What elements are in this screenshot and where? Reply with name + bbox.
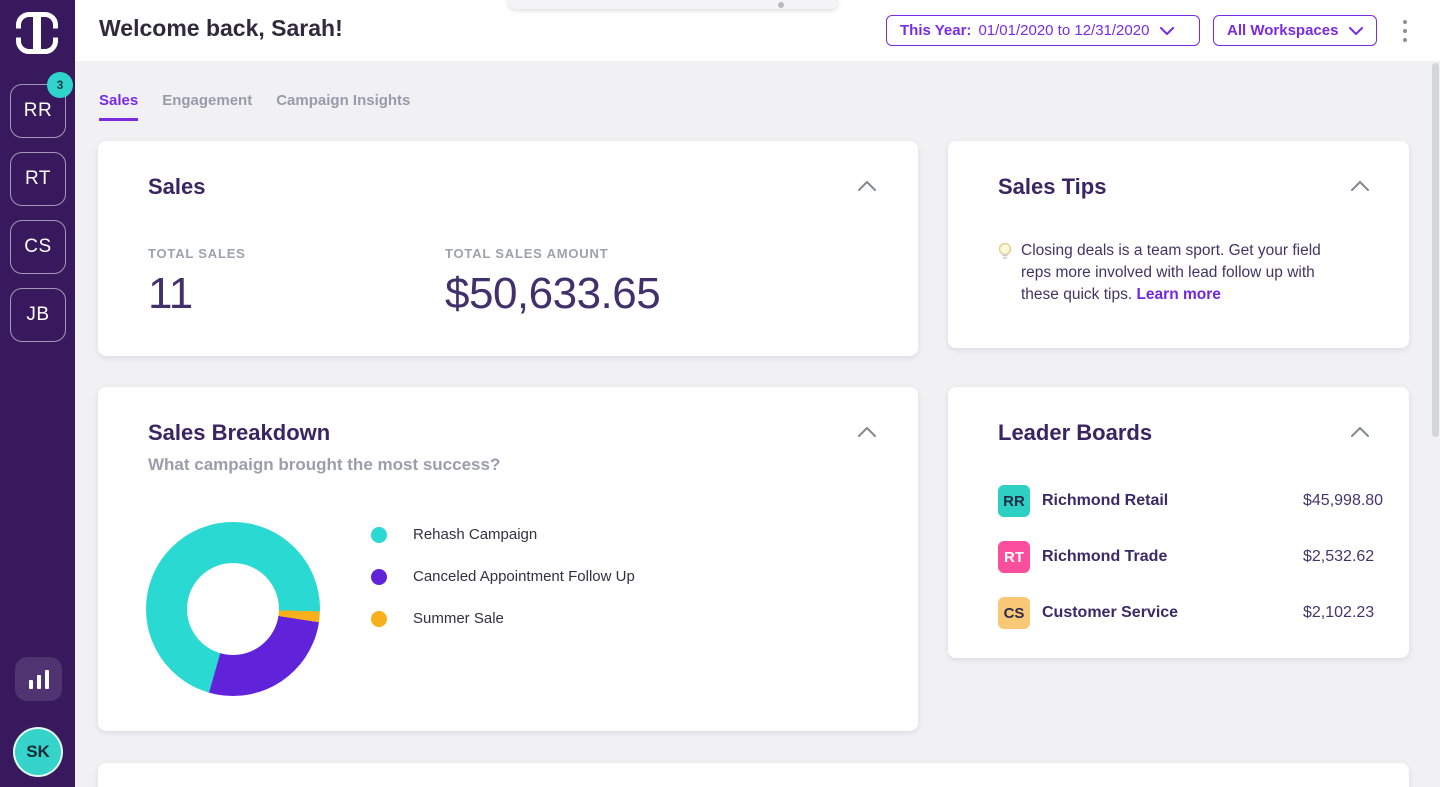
leader-row[interactable]: RT Richmond Trade $2,532.62 [998, 541, 1363, 573]
date-range-dropdown[interactable]: This Year: 01/01/2020 to 12/31/2020 [886, 15, 1200, 46]
collapse-chevron-icon[interactable] [1351, 181, 1369, 191]
lightbulb-icon [998, 242, 1012, 262]
leader-badge: CS [998, 597, 1030, 629]
donut-hole [187, 563, 279, 655]
leader-name: Richmond Trade [1042, 548, 1167, 566]
legend-label: Summer Sale [413, 610, 504, 627]
workspace-dropdown[interactable]: All Workspaces [1213, 15, 1377, 46]
leader-amount: $2,532.62 [1303, 548, 1374, 566]
page-title: Welcome back, Sarah! [99, 15, 343, 42]
leader-row[interactable]: CS Customer Service $2,102.23 [998, 597, 1363, 629]
stat-total-sales: TOTAL SALES 11 [148, 246, 246, 319]
leader-badge: RT [998, 541, 1030, 573]
chevron-down-icon [1349, 27, 1363, 35]
toast-icon [778, 2, 784, 8]
date-range-value: 01/01/2020 to 12/31/2020 [978, 22, 1149, 39]
donut-chart [146, 522, 320, 696]
legend-label: Canceled Appointment Follow Up [413, 568, 635, 585]
tip-text: Closing deals is a team sport. Get your … [1021, 240, 1343, 306]
workspace-dropdown-value: All Workspaces [1227, 22, 1338, 39]
chevron-down-icon [1160, 27, 1174, 35]
legend-dot [371, 527, 387, 543]
tab-campaign-insights[interactable]: Campaign Insights [276, 92, 410, 121]
leader-name: Customer Service [1042, 604, 1178, 622]
sales-breakdown-card: Sales Breakdown What campaign brought th… [98, 387, 918, 731]
app-logo-icon[interactable] [16, 12, 58, 54]
more-options-button[interactable] [1397, 20, 1413, 42]
leader-amount: $45,998.80 [1303, 492, 1383, 510]
leader-badge: RR [998, 485, 1030, 517]
card-title: Sales [148, 174, 206, 200]
sales-card: Sales TOTAL SALES 11 TOTAL SALES AMOUNT … [98, 141, 918, 356]
date-range-label: This Year: [900, 22, 971, 39]
stat-value: 11 [148, 269, 246, 319]
bar-chart-icon [29, 680, 33, 689]
legend-label: Rehash Campaign [413, 526, 537, 543]
leader-name: Richmond Retail [1042, 492, 1168, 510]
card-title: Sales Tips [998, 174, 1106, 200]
toast-remnant [507, 0, 839, 9]
sales-tips-card: Sales Tips Closing deals is a team sport… [948, 141, 1409, 348]
legend-item: Rehash Campaign [371, 526, 537, 543]
tab-sales[interactable]: Sales [99, 92, 138, 121]
workspace-initials: JB [26, 304, 49, 326]
collapse-chevron-icon[interactable] [858, 427, 876, 437]
sidebar-workspace-cs[interactable]: CS [10, 220, 66, 274]
leader-boards-card: Leader Boards RR Richmond Retail $45,998… [948, 387, 1409, 658]
legend-item: Summer Sale [371, 610, 504, 627]
workspace-initials: RR [24, 100, 52, 122]
sidebar-workspace-jb[interactable]: JB [10, 288, 66, 342]
stat-label: TOTAL SALES [148, 246, 246, 261]
legend-dot [371, 611, 387, 627]
collapse-chevron-icon[interactable] [1351, 427, 1369, 437]
workspace-initials: RT [25, 168, 51, 190]
card-subtitle: What campaign brought the most success? [148, 455, 500, 475]
tab-engagement[interactable]: Engagement [162, 92, 252, 121]
learn-more-link[interactable]: Learn more [1136, 286, 1220, 303]
bar-chart-icon [37, 675, 41, 689]
bar-chart-icon [45, 670, 49, 689]
sidebar-workspace-rt[interactable]: RT [10, 152, 66, 206]
tip-row: Closing deals is a team sport. Get your … [998, 240, 1343, 306]
tab-bar: Sales Engagement Campaign Insights [99, 92, 410, 121]
workspace-initials: CS [24, 236, 51, 258]
stat-value: $50,633.65 [445, 269, 660, 319]
user-initials: SK [26, 742, 50, 762]
notification-badge: 3 [47, 72, 73, 98]
card-title: Sales Breakdown [148, 420, 330, 446]
collapse-chevron-icon[interactable] [858, 181, 876, 191]
sidebar: RR 3 RT CS JB SK [0, 0, 75, 787]
stat-total-sales-amount: TOTAL SALES AMOUNT $50,633.65 [445, 246, 660, 319]
leader-amount: $2,102.23 [1303, 604, 1374, 622]
stat-label: TOTAL SALES AMOUNT [445, 246, 660, 261]
legend-dot [371, 569, 387, 585]
main-content: Sales Engagement Campaign Insights Sales… [75, 61, 1440, 787]
next-section-card [98, 763, 1409, 787]
scrollbar-thumb[interactable] [1432, 63, 1439, 437]
reports-nav-button[interactable] [15, 657, 62, 701]
header: Welcome back, Sarah! This Year: 01/01/20… [75, 0, 1440, 61]
leader-row[interactable]: RR Richmond Retail $45,998.80 [998, 485, 1363, 517]
legend-item: Canceled Appointment Follow Up [371, 568, 635, 585]
user-avatar[interactable]: SK [13, 727, 63, 777]
card-title: Leader Boards [998, 420, 1152, 446]
